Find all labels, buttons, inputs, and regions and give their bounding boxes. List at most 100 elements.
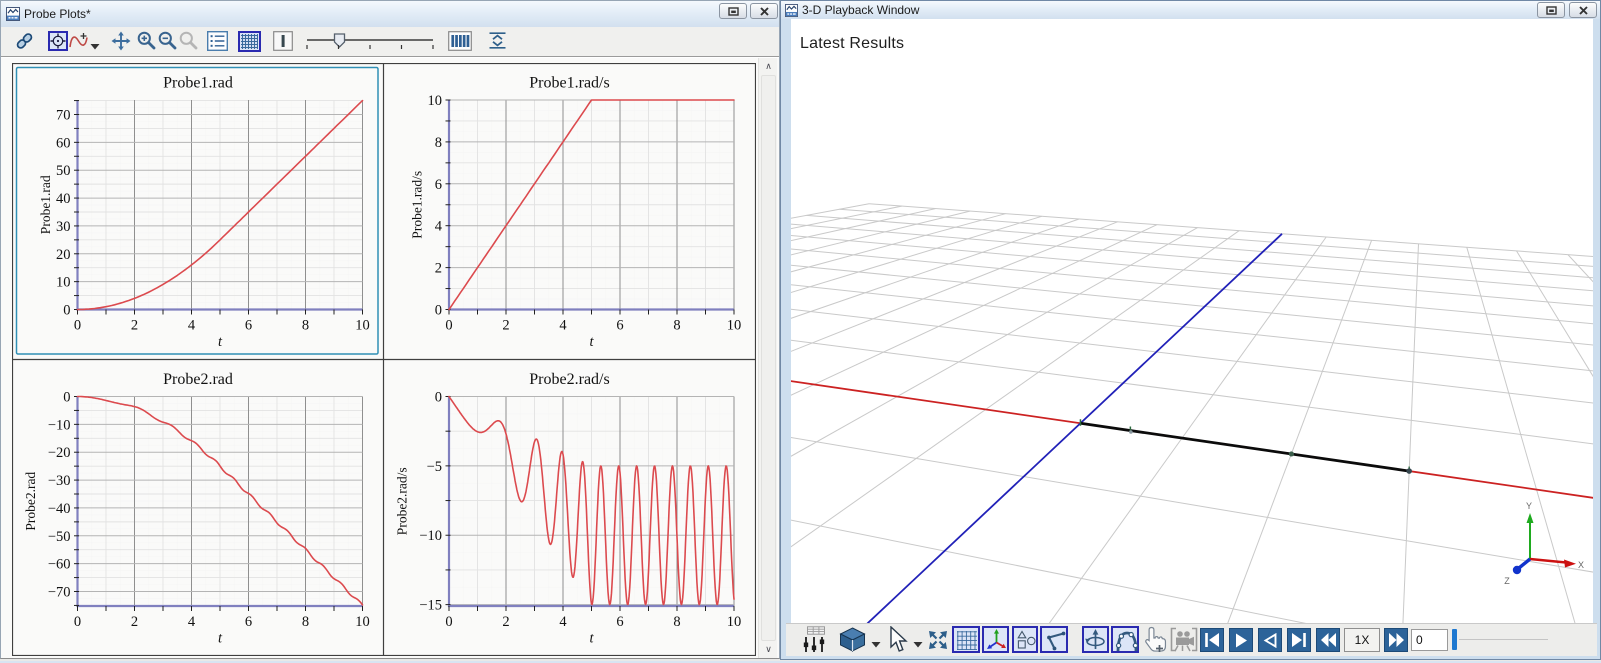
x-tick-label: 2 — [131, 614, 138, 630]
point-probe-button[interactable] — [48, 31, 68, 51]
z-axis-line — [791, 234, 1282, 623]
vertical-scrollbar[interactable]: ∧ ∨ — [758, 58, 777, 658]
plot-title: Probe2.rad — [163, 371, 233, 388]
plot-Probe1.rad: 0246810010203040506070Probe1.radtProbe1.… — [17, 68, 379, 355]
legend-button[interactable] — [207, 31, 228, 56]
grid-3d-button[interactable] — [952, 626, 980, 653]
skip-to-end-button[interactable] — [1287, 628, 1311, 652]
close-button[interactable] — [750, 3, 778, 19]
x-tick-label: 2 — [502, 614, 509, 630]
probe-plots-window: Probe Plots* 0246810010203040506070Probe… — [0, 0, 780, 659]
fast-forward-button[interactable] — [1384, 628, 1408, 652]
window-title: Probe Plots* — [24, 7, 91, 21]
x-tick-label: 0 — [74, 318, 81, 334]
add-curve-button[interactable] — [69, 31, 91, 56]
y-tick-label: −60 — [48, 557, 71, 573]
scroll-down-button[interactable]: ∨ — [759, 641, 778, 658]
x-tick-label: 6 — [245, 318, 252, 334]
time-input[interactable]: 0 — [1411, 629, 1448, 651]
grid-line — [791, 310, 1593, 582]
grid-line — [791, 231, 1239, 623]
triad-y-label: Y — [1526, 501, 1532, 511]
skeleton-icon — [1045, 631, 1067, 652]
x-tick-label: 0 — [445, 318, 452, 334]
y-tick-label: −30 — [48, 473, 71, 489]
joint-marker — [1129, 430, 1133, 434]
close-button[interactable] — [1569, 2, 1597, 18]
geometry-icon — [1016, 630, 1036, 651]
triad-x-label: X — [1578, 560, 1584, 570]
trace-icon — [1115, 630, 1139, 652]
x-tick-label: 8 — [302, 318, 309, 334]
y-tick-label: 0 — [63, 303, 70, 319]
time-slider[interactable] — [301, 31, 441, 58]
pan-icon[interactable] — [111, 31, 131, 56]
fit-view-icon[interactable] — [927, 629, 949, 656]
view-cube-icon[interactable] — [839, 627, 866, 657]
y-axis-label: Probe1.rad — [38, 175, 53, 234]
select-cursor-icon[interactable] — [886, 626, 908, 658]
y-tick-label: −15 — [419, 598, 442, 614]
x-tick-label: 6 — [245, 614, 252, 630]
crosshair-icon — [50, 33, 66, 49]
y-tick-label: 4 — [435, 219, 443, 235]
display-settings-icon[interactable] — [803, 626, 825, 658]
plot-toolbar — [1, 27, 779, 57]
orbit-button[interactable] — [1082, 626, 1109, 653]
probe-plots-chart[interactable]: 0246810010203040506070Probe1.radtProbe1.… — [12, 63, 756, 656]
x-tick-label: 4 — [188, 614, 196, 630]
link-probes-icon[interactable] — [15, 32, 34, 55]
zoom-default-icon-disabled — [178, 30, 199, 56]
scrubber-handle[interactable] — [1452, 629, 1457, 650]
joint-marker — [1406, 468, 1412, 474]
add-curve-dropdown[interactable] — [90, 38, 100, 56]
scene-3d: YXZ — [791, 19, 1593, 623]
zoom-in-icon[interactable] — [136, 30, 157, 56]
grid-line — [791, 290, 1593, 502]
playback-titlebar[interactable]: 3-D Playback Window — [781, 1, 1600, 19]
skeleton-button[interactable] — [1040, 626, 1068, 653]
x-tick-label: 10 — [355, 318, 370, 334]
scrubber-track[interactable] — [1459, 639, 1548, 640]
probe-cursor-button[interactable] — [273, 31, 293, 56]
scrollbar-thumb[interactable] — [761, 75, 776, 641]
select-cursor-dropdown[interactable] — [913, 636, 923, 654]
strip-chart-button[interactable] — [448, 31, 472, 56]
axes-3d-button[interactable] — [982, 626, 1009, 653]
y-tick-label: −10 — [419, 528, 442, 544]
probe-plots-titlebar[interactable]: Probe Plots* — [1, 1, 779, 27]
grid-line — [791, 209, 935, 512]
maplesim-icon — [6, 7, 20, 21]
y-tick-label: 0 — [435, 390, 442, 406]
plot-title: Probe1.rad/s — [529, 75, 609, 92]
x-tick-label: 10 — [727, 614, 742, 630]
grid-line — [791, 222, 1593, 302]
grid-line — [791, 261, 1593, 404]
step-back-button[interactable] — [1258, 628, 1282, 652]
zoom-out-icon[interactable] — [157, 30, 178, 56]
x-tick-label: 8 — [302, 614, 309, 630]
restore-button[interactable] — [719, 3, 747, 19]
restore-button[interactable] — [1537, 2, 1565, 18]
x-tick-label: 8 — [673, 614, 680, 630]
maplesim-icon — [785, 4, 798, 17]
grid-toggle-button[interactable] — [238, 31, 261, 52]
view-cube-dropdown[interactable] — [871, 636, 881, 654]
scroll-up-button[interactable]: ∧ — [759, 58, 778, 75]
playback-3d-viewport[interactable]: YXZ Latest Results — [791, 19, 1593, 623]
fit-vertical-icon[interactable] — [489, 32, 506, 54]
x-axis-label: t — [218, 631, 223, 647]
rewind-button[interactable] — [1316, 628, 1340, 652]
grid-line — [791, 225, 1157, 623]
y-tick-label: −50 — [48, 529, 71, 545]
geometry-button[interactable] — [1012, 626, 1038, 653]
plot-Probe1.rad/s: 02468100246810Probe1.rad/stProbe1.rad/s — [410, 75, 742, 351]
grid-icon — [241, 34, 258, 49]
skip-to-start-button[interactable] — [1200, 628, 1224, 652]
grid-line — [791, 334, 1593, 623]
play-button[interactable] — [1229, 628, 1253, 652]
x-tick-label: 10 — [727, 318, 742, 334]
insert-probe-icon[interactable] — [1143, 626, 1167, 659]
trace-button[interactable] — [1111, 626, 1139, 653]
y-tick-label: 40 — [56, 191, 71, 207]
